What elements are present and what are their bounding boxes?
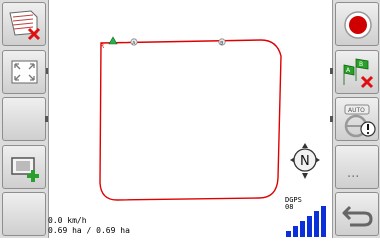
more-button[interactable]: ...: [335, 145, 379, 189]
gps-signal-bar: [300, 221, 305, 237]
gps-signal-bar: [314, 211, 319, 237]
zoom-extents-button[interactable]: [2, 50, 46, 94]
delete-boundary-icon: [9, 10, 41, 41]
more-icon: ...: [347, 166, 359, 181]
delete-boundary-button[interactable]: [2, 2, 46, 46]
compass-label: N: [300, 154, 310, 169]
record-button[interactable]: [335, 2, 379, 46]
record-icon: [344, 11, 372, 39]
left-toolbar: [0, 0, 49, 238]
delete-ab-line-button[interactable]: A B: [335, 50, 379, 94]
b-point-label: B: [220, 40, 223, 46]
delete-ab-line-icon: A B: [343, 58, 374, 89]
back-button[interactable]: [335, 192, 379, 236]
zoom-extents-icon: [11, 60, 38, 84]
toolbar-notch: [330, 116, 333, 122]
position-marker: [108, 36, 118, 45]
right-toolbar: A B AUTO ...: [330, 0, 380, 238]
north-compass[interactable]: N: [290, 143, 320, 179]
gps-signal-bar: [286, 231, 291, 237]
blank-button-left[interactable]: [2, 97, 46, 141]
toolbar-notch: [330, 68, 333, 74]
gps-signal-bars: [286, 206, 326, 237]
add-field-button[interactable]: [2, 145, 46, 189]
back-icon: [342, 205, 373, 227]
add-field-icon: [11, 157, 39, 182]
field-boundary: [99, 39, 282, 201]
gps-signal-bar: [307, 216, 312, 237]
more-label: ...: [347, 166, 359, 181]
gps-signal-bar: [293, 226, 298, 237]
gps-signal-bar: [321, 206, 326, 237]
auto-label: AUTO: [348, 107, 365, 114]
blank-button-left-bottom[interactable]: [2, 192, 46, 236]
position-label: R: [100, 43, 104, 50]
svg-text:B: B: [359, 61, 363, 68]
auto-steer-warning-icon: AUTO: [344, 104, 376, 138]
area-readout: 0.69 ha / 0.69 ha: [48, 226, 130, 235]
auto-steer-button[interactable]: AUTO: [335, 97, 379, 141]
toolbar-notch: [45, 116, 48, 122]
speed-readout: 0.0 km/h: [48, 216, 87, 225]
